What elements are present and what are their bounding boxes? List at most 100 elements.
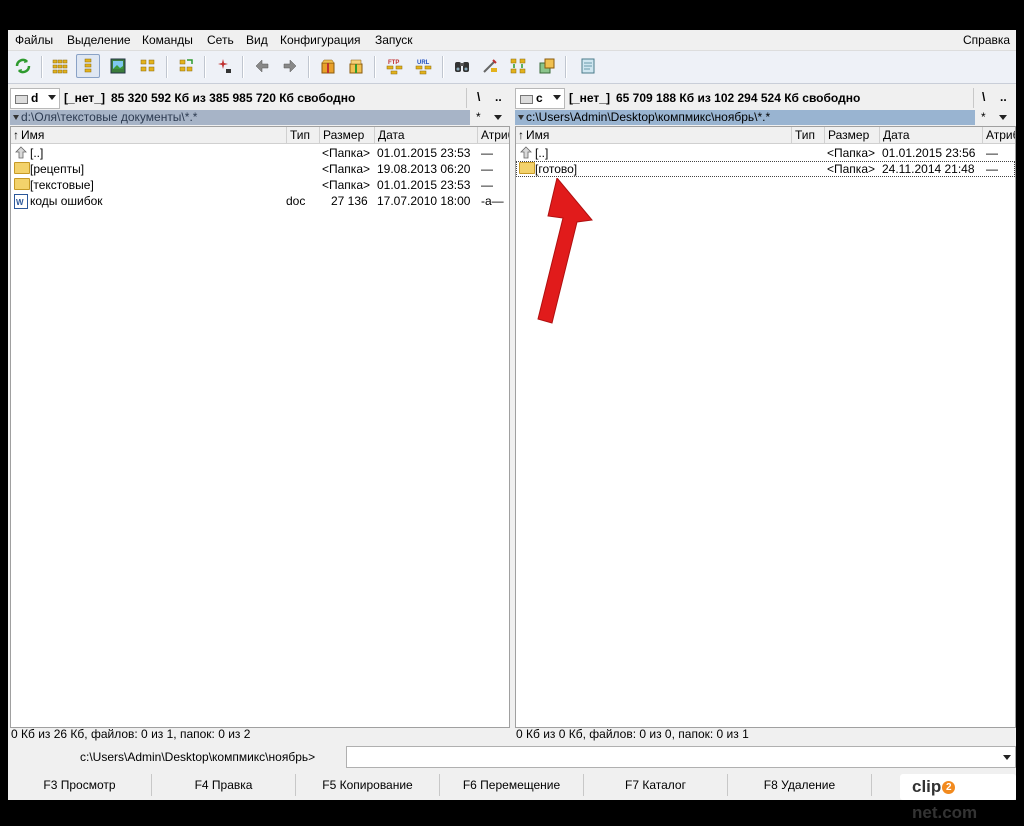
file-attr: — [986,162,998,176]
multi-rename-icon[interactable] [478,54,502,78]
menu-configuration[interactable]: Конфигурация [280,33,361,47]
left-free-space: 85 320 592 Кб из 385 985 720 Кб свободно [111,91,356,105]
file-date: 01.01.2015 23:56 [882,146,976,160]
toolbar: FTP URL [8,51,1016,84]
right-drive-combo[interactable]: c [515,88,565,109]
toolbar-separator [204,56,206,78]
table-row[interactable]: W коды ошибок doc 27 136 17.07.2010 18:0… [11,193,509,209]
url-connect-icon[interactable]: URL [412,54,436,78]
search-icon[interactable] [450,54,474,78]
menu-selection[interactable]: Выделение [67,33,131,47]
left-root-button[interactable]: \ [477,90,480,104]
right-col-name[interactable]: Имя [526,128,549,142]
left-filter-button[interactable]: * [476,110,481,124]
new-pack-icon[interactable] [212,54,236,78]
brief-view-icon[interactable] [48,54,72,78]
left-col-name[interactable]: Имя [21,128,44,142]
divider [879,127,880,143]
right-col-size[interactable]: Размер [828,128,869,142]
chevron-down-icon[interactable] [999,115,1007,120]
ftp-connect-icon[interactable]: FTP [383,54,407,78]
watermark-suffix: net.com [912,803,978,822]
menu-help[interactable]: Справка [963,33,1010,47]
left-col-attr[interactable]: Атрибуты [481,128,509,142]
menu-commands[interactable]: Команды [142,33,193,47]
right-col-type[interactable]: Тип [795,128,815,142]
invert-selection-icon[interactable] [174,54,198,78]
unpack-icon[interactable] [344,54,368,78]
left-col-size[interactable]: Размер [323,128,364,142]
refresh-icon[interactable] [11,54,35,78]
thumbnail-view-icon[interactable] [106,54,130,78]
folder-icon [14,162,30,174]
right-up-button[interactable]: .. [1000,90,1007,104]
right-col-date[interactable]: Дата [883,128,910,142]
right-col-attr[interactable]: Атрибуты [986,128,1015,142]
compare-icon[interactable] [535,54,559,78]
svg-text:FTP: FTP [388,60,399,66]
file-size: <Папка> [322,162,370,176]
toolbar-separator [308,56,310,78]
file-date: 24.11.2014 21:48 [882,162,975,176]
f7-mkdir-button[interactable]: F7 Каталог [584,774,728,796]
table-row[interactable]: [текстовые] <Папка> 01.01.2015 23:53 — [11,177,509,193]
right-root-button[interactable]: \ [982,90,985,104]
file-size: <Папка> [322,178,370,192]
table-row[interactable]: [..] <Папка> 01.01.2015 23:53 — [11,145,509,161]
right-status: 0 Кб из 0 Кб, файлов: 0 из 0, папок: 0 и… [516,727,749,741]
left-col-type[interactable]: Тип [290,128,310,142]
word-doc-icon: W [14,194,28,209]
toolbar-separator [565,56,567,78]
pack-icon[interactable] [316,54,340,78]
back-icon[interactable] [250,54,274,78]
divider [374,127,375,143]
menu-net[interactable]: Сеть [207,33,234,47]
sync-dirs-icon[interactable] [506,54,530,78]
menu-start[interactable]: Запуск [375,33,413,47]
left-drive-combo[interactable]: d [10,88,60,109]
right-drive-letter: c [536,91,543,105]
left-drive-bar: d [_нет_] 85 320 592 Кб из 385 985 720 К… [10,88,510,109]
table-row[interactable]: [готово] <Папка> 24.11.2014 21:48 — [516,161,1015,177]
notepad-icon[interactable] [576,54,600,78]
f4-edit-button[interactable]: F4 Правка [152,774,296,796]
toolbar-separator [442,56,444,78]
file-name: [текстовые] [30,178,94,192]
tree-panel-icon[interactable] [136,54,160,78]
left-path-field[interactable]: d:\Оля\текстовые документы\*.* [10,110,470,125]
command-line-input[interactable] [346,746,1016,768]
right-path-field[interactable]: c:\Users\Admin\Desktop\компмикс\ноябрь\*… [515,110,975,125]
chevron-down-icon[interactable] [1003,755,1011,760]
chevron-down-icon[interactable] [494,115,502,120]
hdd-icon [15,95,28,104]
file-date: 01.01.2015 23:53 [377,178,471,192]
right-free-space: 65 709 188 Кб из 102 294 524 Кб свободно [616,91,861,105]
file-size: <Папка> [827,146,875,160]
file-attr: -а— [481,194,504,208]
menu-view[interactable]: Вид [246,33,268,47]
left-path-text: d:\Оля\текстовые документы\*.* [21,110,198,124]
table-row[interactable]: [рецепты] <Папка> 19.08.2013 06:20 — [11,161,509,177]
f6-move-button[interactable]: F6 Перемещение [440,774,584,796]
forward-icon[interactable] [278,54,302,78]
f3-view-button[interactable]: F3 Просмотр [8,774,152,796]
right-column-header: ↑ Имя Тип Размер Дата Атрибуты [516,127,1015,144]
left-up-button[interactable]: .. [495,90,502,104]
file-name: коды ошибок [30,194,103,208]
table-row[interactable]: [..] <Папка> 01.01.2015 23:56 — [516,145,1015,161]
watermark-prefix: clip [912,777,942,796]
tree-view-icon[interactable] [76,54,100,78]
divider [477,127,478,143]
right-filter-button[interactable]: * [981,110,986,124]
file-name: [..] [535,146,549,160]
f8-delete-button[interactable]: F8 Удаление [728,774,872,796]
left-col-date[interactable]: Дата [378,128,405,142]
f5-copy-button[interactable]: F5 Копирование [296,774,440,796]
menu-bar: Файлы Выделение Команды Сеть Вид Конфигу… [8,30,1016,51]
file-attr: — [481,146,493,160]
left-file-panel[interactable]: ↑ Имя Тип Размер Дата Атрибуты [..] <Пап… [10,126,510,728]
divider [319,127,320,143]
divider [286,127,287,143]
file-attr: — [481,162,493,176]
menu-files[interactable]: Файлы [15,33,53,47]
